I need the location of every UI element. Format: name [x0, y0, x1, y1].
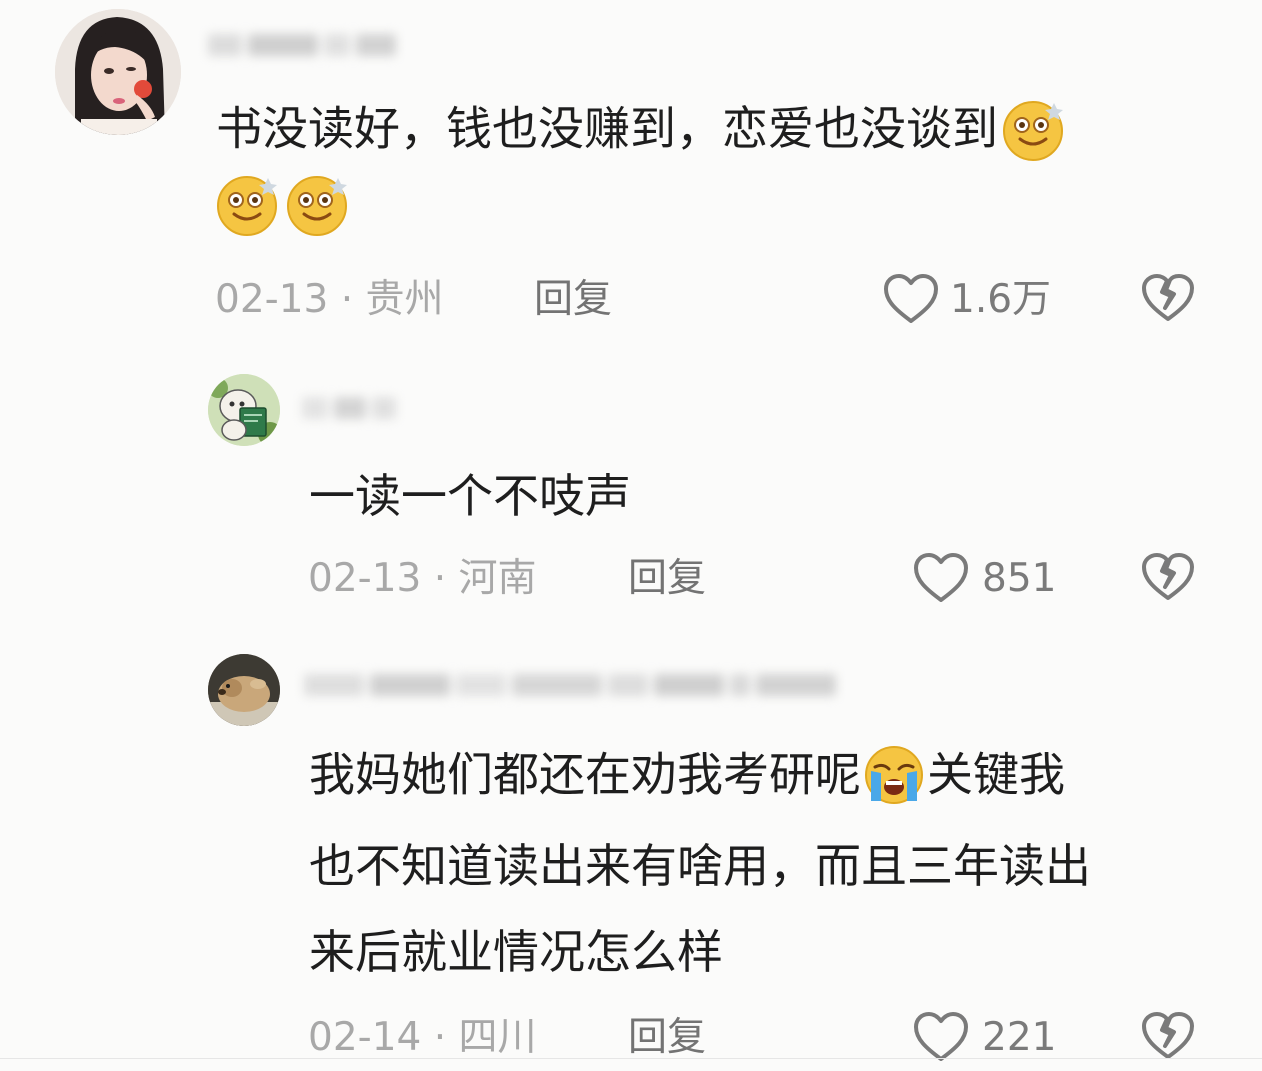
- like-count: 1.6万: [950, 277, 1052, 322]
- heart-outline-icon[interactable]: [912, 551, 970, 605]
- dizzy-smile-emoji: [287, 176, 347, 236]
- username-blurred[interactable]: [304, 674, 836, 696]
- heart-outline-icon[interactable]: [882, 272, 940, 326]
- avatar-photo: [208, 374, 280, 446]
- dizzy-smile-emoji: [217, 176, 277, 236]
- comment-emoji-row: [214, 176, 350, 236]
- reply-button[interactable]: 回复: [628, 1018, 706, 1058]
- comment-text-line-1: 我妈她们都还在劝我考研呢 关键我: [309, 746, 1065, 805]
- meta-separator: ·: [433, 556, 447, 601]
- avatar-photo: [55, 9, 181, 135]
- like-count: 221: [982, 1015, 1057, 1060]
- user-avatar[interactable]: [208, 374, 280, 446]
- loudly-crying-emoji: [865, 746, 923, 804]
- comment-text-line-2: 也不知道读出来有啥用，而且三年读出: [309, 839, 1091, 893]
- comment-text: 书没读好，钱也没赚到，恋爱也没谈到: [216, 101, 1066, 161]
- comment-text: 一读一个不吱声: [309, 469, 631, 523]
- comment-date: 02-13: [215, 277, 329, 322]
- broken-heart-icon[interactable]: [1140, 551, 1196, 603]
- comment-date: 02-14: [308, 1015, 422, 1060]
- meta-separator: ·: [433, 1015, 447, 1060]
- username-blurred[interactable]: [302, 397, 396, 419]
- divider: [0, 1058, 1262, 1059]
- reply-button[interactable]: 回复: [628, 559, 706, 599]
- comment-location: 河南: [458, 556, 537, 601]
- broken-heart-icon[interactable]: [1140, 1010, 1196, 1062]
- comment-location: 四川: [458, 1015, 537, 1060]
- user-avatar[interactable]: [55, 9, 181, 135]
- comment-meta: 02-13 · 河南: [308, 559, 537, 599]
- username-blurred[interactable]: [208, 34, 396, 56]
- avatar-photo: [208, 654, 280, 726]
- broken-heart-icon[interactable]: [1140, 272, 1196, 324]
- comment-thread: 书没读好，钱也没赚到，恋爱也没谈到 02-13 · 贵州 回复 1.6万 一读一…: [0, 0, 1262, 1071]
- like-count: 851: [982, 556, 1057, 601]
- comment-text-line-3: 来后就业情况怎么样: [309, 925, 723, 979]
- reply-button[interactable]: 回复: [534, 280, 612, 320]
- meta-separator: ·: [340, 277, 354, 322]
- user-avatar[interactable]: [208, 654, 280, 726]
- comment-date: 02-13: [308, 556, 422, 601]
- heart-outline-icon[interactable]: [912, 1010, 970, 1064]
- comment-meta: 02-13 · 贵州: [215, 280, 444, 320]
- dizzy-smile-emoji: [1003, 101, 1063, 161]
- comment-meta: 02-14 · 四川: [308, 1018, 537, 1058]
- comment-location: 贵州: [365, 277, 444, 322]
